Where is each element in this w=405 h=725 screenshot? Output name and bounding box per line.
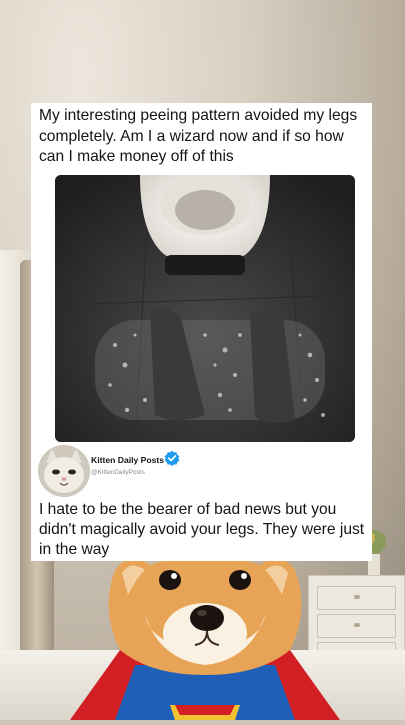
post-card: My interesting peeing pattern avoided my… bbox=[31, 103, 372, 561]
post-photo bbox=[55, 175, 355, 442]
post-text: My interesting peeing pattern avoided my… bbox=[39, 107, 358, 165]
reply-section: Kitten Daily Posts @KittenDailyPosts I h… bbox=[31, 445, 372, 561]
avatar[interactable] bbox=[38, 445, 90, 497]
shiba-superhero-image bbox=[60, 555, 350, 720]
verified-badge-icon bbox=[164, 450, 180, 466]
account-handle[interactable]: @KittenDailyPosts bbox=[91, 469, 145, 476]
reply-text: I hate to be the bearer of bad news but … bbox=[39, 501, 365, 558]
account-name[interactable]: Kitten Daily Posts bbox=[91, 455, 164, 465]
